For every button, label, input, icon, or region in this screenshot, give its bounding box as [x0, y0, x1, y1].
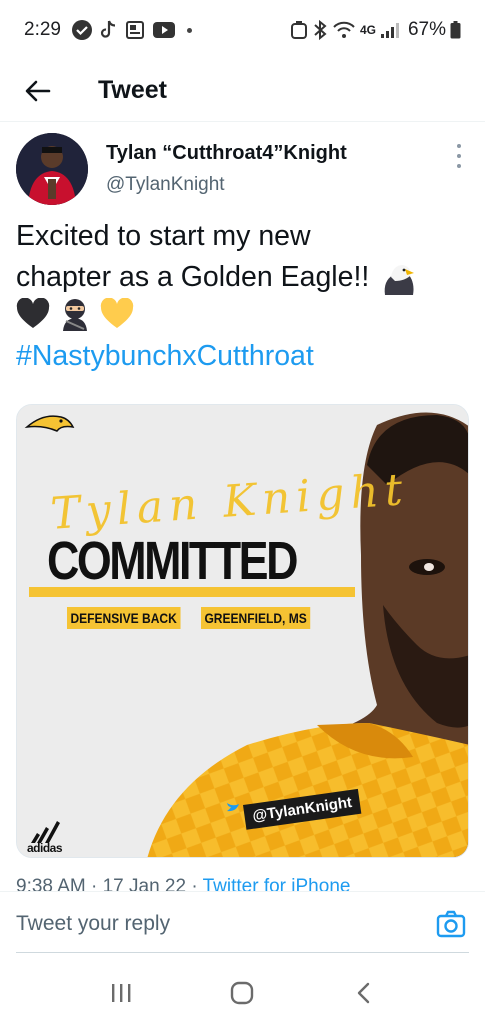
more-options-button[interactable]: [449, 144, 469, 168]
author-name[interactable]: Tylan “Cutthroat4”Knight: [106, 142, 347, 165]
media-headline: COMMITTED: [47, 531, 298, 591]
chevron-left-icon: [357, 982, 370, 1004]
youtube-icon: [152, 21, 176, 39]
tweet-timestamp: 9:38 AM · 17 Jan 22 · Twitter for iPhone: [16, 874, 471, 892]
system-back-button[interactable]: [334, 969, 394, 1017]
home-button[interactable]: [212, 969, 272, 1017]
battery-icon: [450, 21, 461, 39]
tweet-text-line-2: chapter as a Golden Eagle!!: [16, 257, 471, 298]
reply-input[interactable]: Tweet your reply: [16, 912, 170, 936]
tweet-text-line: Excited to start my new: [16, 220, 311, 252]
eagle-emoji-icon: [381, 261, 415, 295]
more-dot-icon: [457, 164, 461, 168]
recent-apps-icon: [111, 984, 131, 1002]
wifi-icon: [332, 20, 356, 40]
battery-percent: 67%: [407, 19, 446, 40]
black-heart-emoji-icon: [16, 297, 50, 342]
camera-button[interactable]: [435, 908, 467, 940]
media-location-tag: GREENFIELD, MS: [201, 607, 311, 629]
author-handle[interactable]: @TylanKnight: [106, 174, 225, 196]
alarm-icon: [290, 20, 308, 40]
more-dot-icon: [457, 144, 461, 148]
tiktok-icon: [100, 19, 118, 41]
network-type-icon: 4G: [359, 23, 376, 37]
reply-divider: [16, 952, 469, 953]
tweet-header: Tylan “Cutthroat4”Knight @TylanKnight: [16, 130, 471, 210]
ninja-emoji-icon: [58, 297, 92, 343]
tweet-text-line: chapter as a Golden Eagle!!: [16, 261, 370, 293]
bluetooth-icon: [312, 19, 328, 41]
avatar[interactable]: [16, 133, 88, 205]
page-title: Tweet: [98, 76, 167, 104]
notification-dot-icon: [186, 27, 192, 33]
hashtag-link[interactable]: #NastybunchxCutthroat: [16, 340, 314, 373]
back-button[interactable]: [8, 67, 68, 115]
status-time: 2:29: [24, 19, 61, 40]
media-position-tag: DEFENSIVE BACK: [67, 607, 181, 629]
signal-icon: [380, 21, 400, 39]
top-app-bar: Tweet: [0, 60, 485, 122]
tweet-text: Excited to start my new chapter as a Gol…: [16, 216, 471, 342]
source-link[interactable]: Twitter for iPhone: [203, 876, 351, 892]
recent-apps-button[interactable]: [91, 969, 151, 1017]
timestamp-text[interactable]: 9:38 AM · 17 Jan 22 ·: [16, 876, 203, 892]
back-arrow-icon: [25, 80, 51, 101]
media-brand-text: adidas: [27, 841, 63, 855]
camera-icon: [436, 910, 466, 938]
emoji-row: [16, 297, 471, 343]
reply-bar: Tweet your reply: [0, 891, 485, 961]
home-icon: [231, 981, 254, 1005]
tweet-media-image[interactable]: Tylan Knight COMMITTED DEFENSIVE BACK GR…: [16, 404, 469, 858]
system-nav-bar: [0, 962, 485, 1024]
check-circle-icon: [71, 19, 93, 41]
status-bar: 2:29 4G 67%: [0, 0, 485, 60]
yellow-heart-emoji-icon: [100, 297, 134, 342]
more-dot-icon: [457, 154, 461, 158]
news-icon: [125, 20, 145, 40]
